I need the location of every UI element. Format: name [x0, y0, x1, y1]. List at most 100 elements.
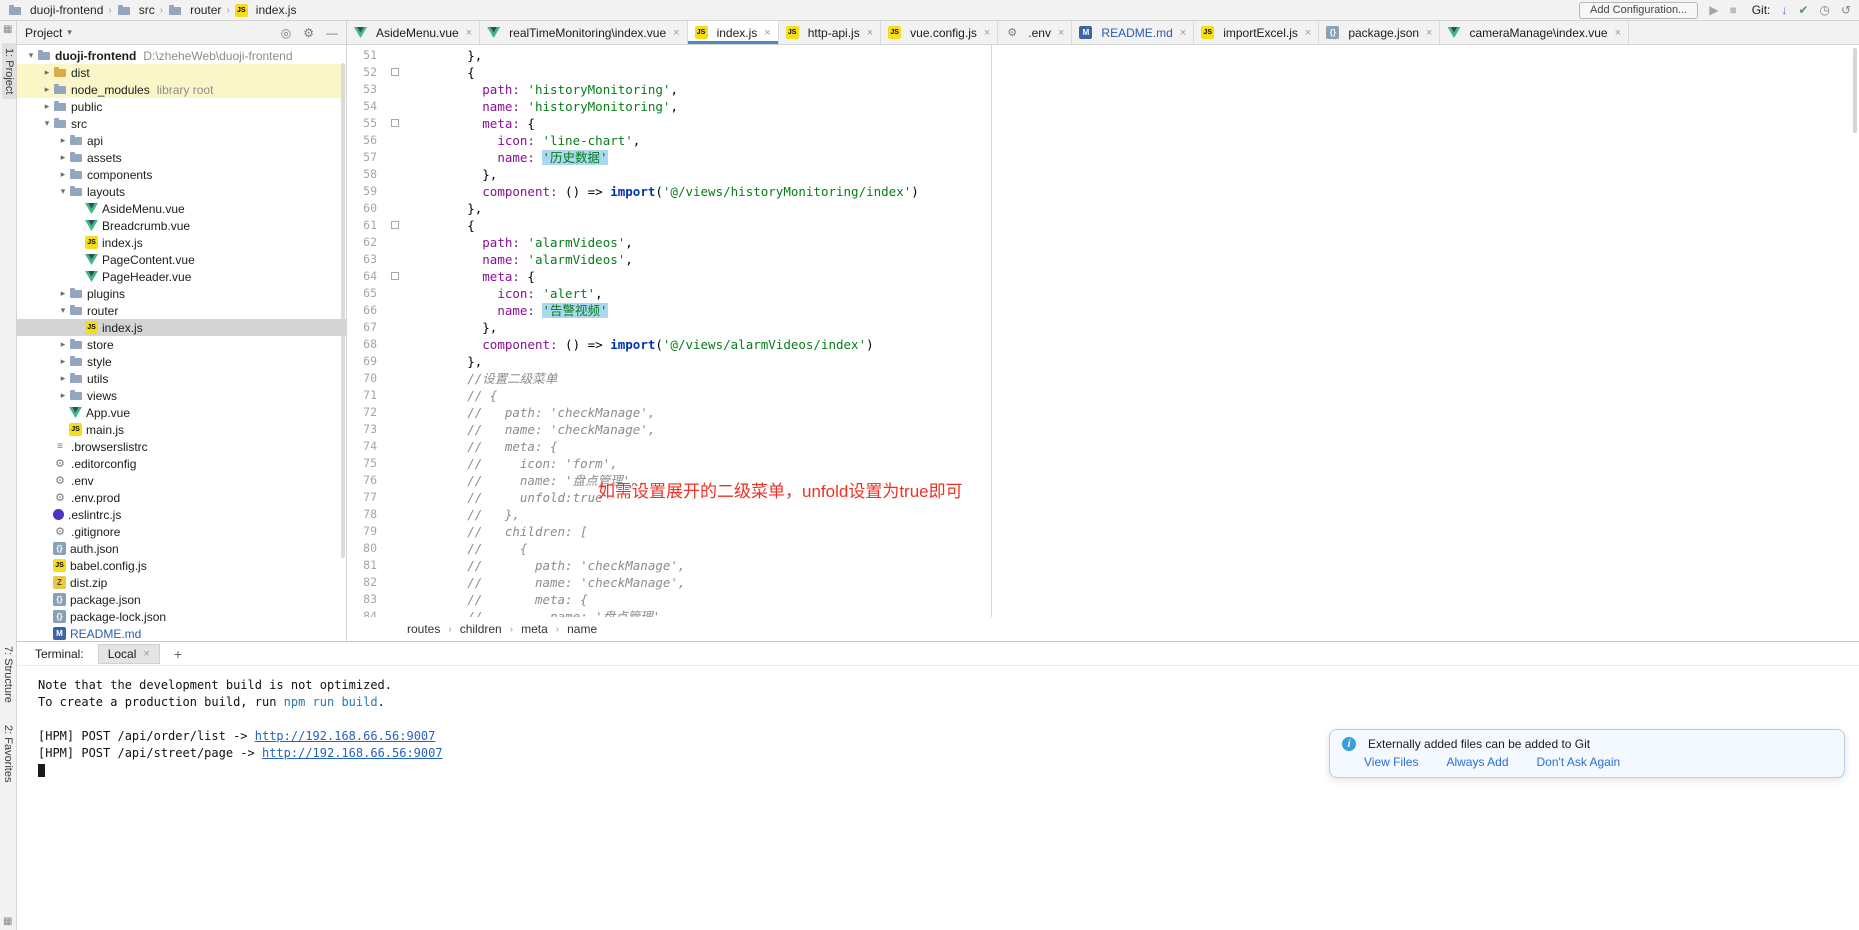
tree-item[interactable]: Breadcrumb.vue [17, 217, 346, 234]
tree-chevron-icon[interactable]: ▸ [41, 67, 53, 78]
breadcrumb-item[interactable]: router [168, 3, 221, 17]
tree-chevron-icon[interactable]: ▸ [41, 101, 53, 112]
run-icon[interactable]: ▶ [1709, 4, 1718, 16]
tab-close-icon[interactable]: × [984, 27, 990, 39]
tree-item[interactable]: ▸style [17, 353, 346, 370]
tree-item[interactable]: ▸utils [17, 370, 346, 387]
tree-item[interactable]: ▸views [17, 387, 346, 404]
editor[interactable]: 51 },52 {53 path: 'historyMonitoring',54… [347, 45, 1859, 617]
editor-tab[interactable]: realTimeMonitoring\index.vue× [480, 21, 687, 44]
tool-window-switcher-icon[interactable]: ▦ [3, 24, 12, 35]
tree-item[interactable]: PageHeader.vue [17, 268, 346, 285]
tree-item[interactable]: ⚙.env [17, 472, 346, 489]
notification-action[interactable]: View Files [1364, 755, 1418, 769]
tab-close-icon[interactable]: × [1180, 27, 1186, 39]
git-update-icon[interactable]: ↓ [1781, 4, 1787, 16]
tree-chevron-icon[interactable]: ▸ [57, 373, 69, 384]
tree-item[interactable]: PageContent.vue [17, 251, 346, 268]
tool-stripe-button[interactable]: 7: Structure [2, 646, 14, 703]
project-scrollbar[interactable] [341, 63, 345, 558]
tree-chevron-icon[interactable]: ▸ [41, 84, 53, 95]
tree-chevron-icon[interactable]: ▸ [57, 390, 69, 401]
project-locate-icon[interactable]: ◎ [281, 26, 291, 40]
tab-close-icon[interactable]: × [1305, 27, 1311, 39]
terminal-tab-close-icon[interactable]: × [143, 648, 149, 660]
tree-item[interactable]: ≡.browserslistrc [17, 438, 346, 455]
tree-item[interactable]: JSmain.js [17, 421, 346, 438]
editor-tab[interactable]: cameraManage\index.vue× [1440, 21, 1629, 44]
editor-breadcrumb-item[interactable]: children [460, 622, 502, 636]
editor-tab[interactable]: JSindex.js× [688, 21, 779, 44]
tree-item[interactable]: JSbabel.config.js [17, 557, 346, 574]
tree-item[interactable]: ▸components [17, 166, 346, 183]
terminal-link[interactable]: http://192.168.66.56:9007 [255, 729, 436, 743]
tab-close-icon[interactable]: × [764, 27, 770, 39]
tree-item[interactable]: JSindex.js [17, 319, 346, 336]
tree-chevron-icon[interactable]: ▸ [57, 169, 69, 180]
editor-tab[interactable]: MREADME.md× [1072, 21, 1194, 44]
new-terminal-session-button[interactable]: + [174, 646, 182, 662]
tree-chevron-icon[interactable]: ▸ [57, 152, 69, 163]
git-commit-icon[interactable]: ✔ [1798, 4, 1808, 16]
terminal-link[interactable]: http://192.168.66.56:9007 [262, 746, 443, 760]
tree-item[interactable]: ▸api [17, 132, 346, 149]
tree-chevron-icon[interactable]: ▸ [57, 356, 69, 367]
tab-close-icon[interactable]: × [673, 27, 679, 39]
notification-action[interactable]: Don't Ask Again [1537, 755, 1621, 769]
tab-close-icon[interactable]: × [1426, 27, 1432, 39]
editor-tab[interactable]: ⚙.env× [998, 21, 1072, 44]
tree-item[interactable]: ▸store [17, 336, 346, 353]
tree-chevron-icon[interactable]: ▸ [57, 135, 69, 146]
chevron-down-icon[interactable]: ▾ [67, 27, 72, 38]
tree-chevron-icon[interactable]: ▾ [57, 186, 69, 197]
tab-close-icon[interactable]: × [867, 27, 873, 39]
stop-icon[interactable]: ■ [1729, 4, 1736, 16]
editor-scrollbar[interactable] [1853, 48, 1857, 133]
tree-item[interactable]: {}auth.json [17, 540, 346, 557]
project-settings-icon[interactable]: ⚙ [303, 26, 314, 40]
tree-chevron-icon[interactable]: ▸ [57, 339, 69, 350]
tree-item[interactable]: ▸dist [17, 64, 346, 81]
tab-close-icon[interactable]: × [466, 27, 472, 39]
tree-item[interactable]: ▾duoji-frontendD:\zheheWeb\duoji-fronten… [17, 47, 346, 64]
tree-chevron-icon[interactable]: ▾ [25, 50, 37, 61]
fold-marker-icon[interactable] [377, 115, 407, 132]
project-hide-icon[interactable]: — [326, 26, 338, 40]
tree-item[interactable]: ▾router [17, 302, 346, 319]
history-icon[interactable]: ◷ [1819, 4, 1829, 16]
breadcrumb-item[interactable]: src [117, 3, 155, 17]
breadcrumb-item[interactable]: JSindex.js [235, 3, 297, 17]
breadcrumb-item[interactable]: duoji-frontend [8, 3, 103, 17]
tree-item[interactable]: ⚙.gitignore [17, 523, 346, 540]
fold-marker-icon[interactable] [377, 217, 407, 234]
tree-chevron-icon[interactable]: ▾ [57, 305, 69, 316]
editor-breadcrumb-item[interactable]: routes [407, 622, 440, 636]
editor-breadcrumb-item[interactable]: name [567, 622, 597, 636]
tree-item[interactable]: {}package-lock.json [17, 608, 346, 625]
tree-item[interactable]: ▸node_moduleslibrary root [17, 81, 346, 98]
fold-marker-icon[interactable] [377, 64, 407, 81]
tree-item[interactable]: ▾src [17, 115, 346, 132]
editor-tab[interactable]: JSimportExcel.js× [1194, 21, 1319, 44]
tree-item[interactable]: AsideMenu.vue [17, 200, 346, 217]
terminal-tab-local[interactable]: Local × [98, 644, 160, 664]
tree-chevron-icon[interactable]: ▾ [41, 118, 53, 129]
tree-chevron-icon[interactable]: ▸ [57, 288, 69, 299]
tree-item[interactable]: App.vue [17, 404, 346, 421]
tool-stripe-button[interactable]: 2: Favorites [2, 725, 14, 782]
tool-stripe-project-button[interactable]: 1: Project [2, 43, 16, 99]
rollback-icon[interactable]: ↺ [1841, 4, 1851, 16]
tree-item[interactable]: Zdist.zip [17, 574, 346, 591]
tree-item[interactable]: MREADME.md [17, 625, 346, 641]
editor-tab[interactable]: AsideMenu.vue× [347, 21, 480, 44]
tab-close-icon[interactable]: × [1058, 27, 1064, 39]
tree-item[interactable]: ⚙.env.prod [17, 489, 346, 506]
fold-marker-icon[interactable] [377, 268, 407, 285]
editor-tab[interactable]: JShttp-api.js× [779, 21, 881, 44]
editor-tab[interactable]: {}package.json× [1319, 21, 1440, 44]
tree-item[interactable]: ▸assets [17, 149, 346, 166]
tree-item[interactable]: ▸public [17, 98, 346, 115]
project-view-title[interactable]: Project [25, 26, 62, 40]
tree-item[interactable]: {}package.json [17, 591, 346, 608]
tree-item[interactable]: JSindex.js [17, 234, 346, 251]
